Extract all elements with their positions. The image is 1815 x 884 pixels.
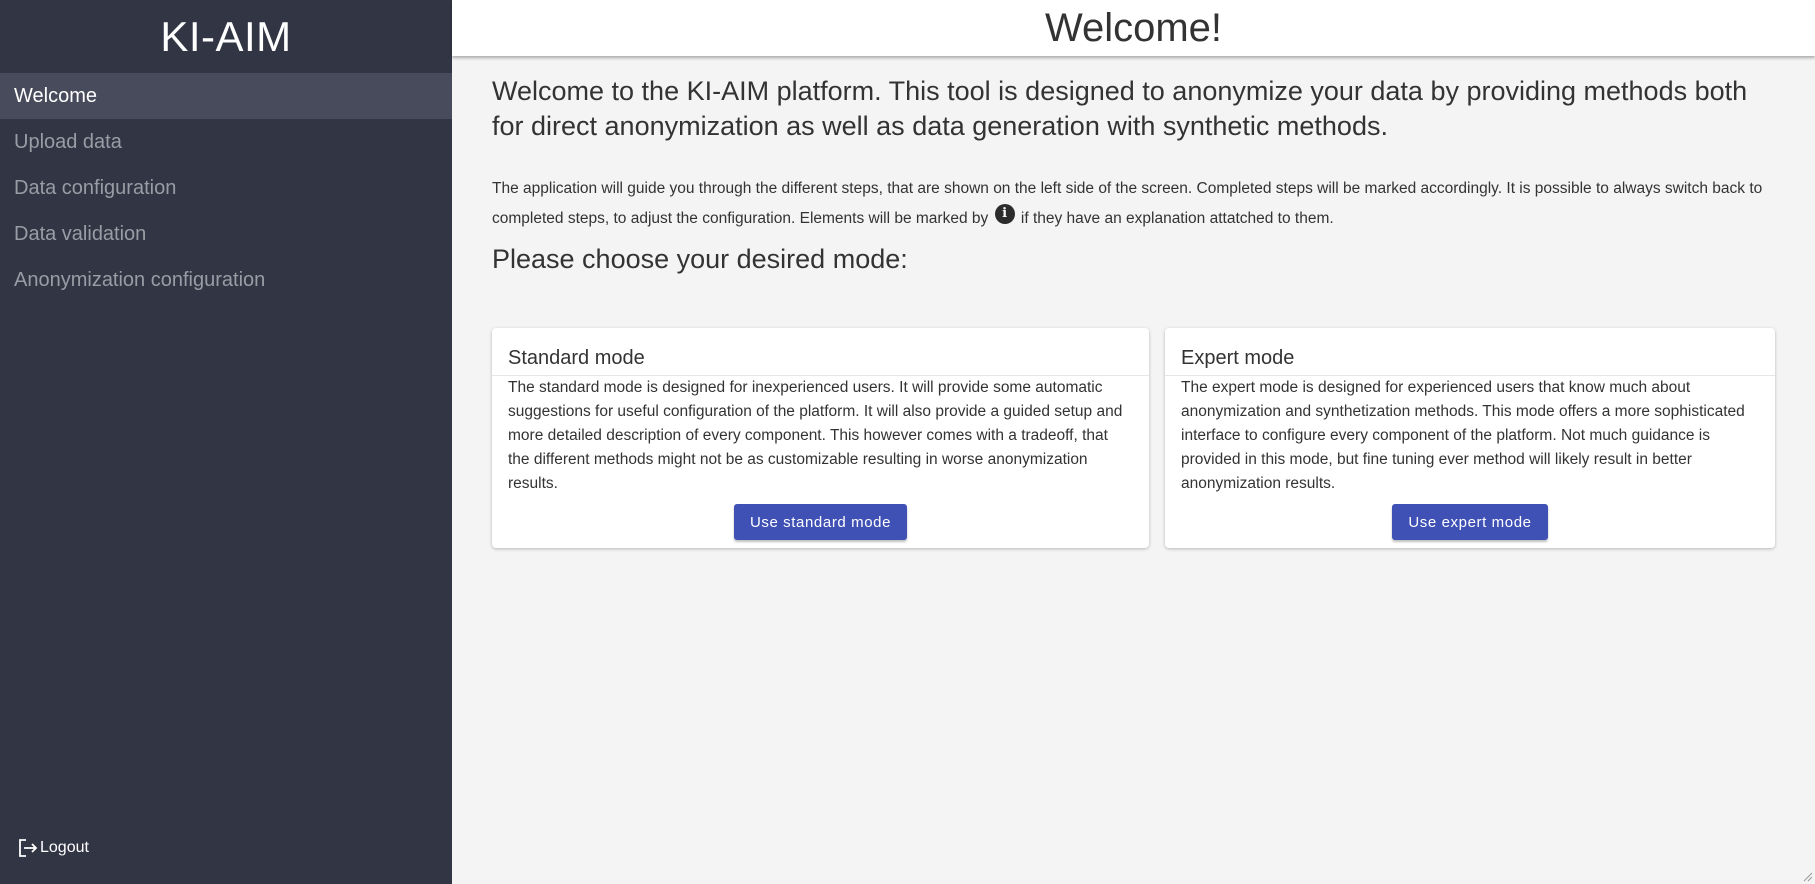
sidebar-item-data-configuration[interactable]: Data configuration <box>0 165 452 211</box>
sidebar-item-upload-data[interactable]: Upload data <box>0 119 452 165</box>
main-content: Welcome to the KI-AIM platform. This too… <box>452 56 1815 884</box>
page-title: Welcome! <box>1044 5 1223 50</box>
card-title: Standard mode <box>492 328 1149 376</box>
info-icon: i <box>994 204 1015 224</box>
logout-button[interactable]: Logout <box>18 838 89 858</box>
sidebar-item-data-validation[interactable]: Data validation <box>0 211 452 257</box>
resize-handle-icon[interactable] <box>1801 870 1813 882</box>
sidebar-nav: Welcome Upload data Data configuration D… <box>0 73 452 303</box>
logout-label: Logout <box>40 839 89 856</box>
card-text: The standard mode is designed for inexpe… <box>508 379 1123 492</box>
card-title: Expert mode <box>1165 328 1775 376</box>
expert-mode-card: Expert mode The expert mode is designed … <box>1165 328 1775 548</box>
use-standard-mode-button[interactable]: Use standard mode <box>733 504 908 540</box>
card-text: The expert mode is designed for experien… <box>1181 379 1745 492</box>
description-text: The application will guide you through t… <box>492 174 1792 234</box>
sidebar-item-anonymization-configuration[interactable]: Anonymization configuration <box>0 257 452 303</box>
standard-mode-card: Standard mode The standard mode is desig… <box>492 328 1149 548</box>
intro-text: Welcome to the KI-AIM platform. This too… <box>492 76 1748 141</box>
sidebar: KI-AIM Welcome Upload data Data configur… <box>0 0 452 884</box>
logout-icon <box>18 838 38 858</box>
sidebar-item-welcome[interactable]: Welcome <box>0 73 452 119</box>
card-actions: Use standard mode <box>492 504 1149 540</box>
app-title: KI-AIM <box>160 12 292 60</box>
page-header: Welcome! <box>452 0 1815 56</box>
mode-heading: Please choose your desired mode: <box>492 244 908 274</box>
use-expert-mode-button[interactable]: Use expert mode <box>1392 504 1548 540</box>
card-actions: Use expert mode <box>1165 504 1775 540</box>
description-part-2: if they have an explanation attatched to… <box>1020 210 1334 227</box>
